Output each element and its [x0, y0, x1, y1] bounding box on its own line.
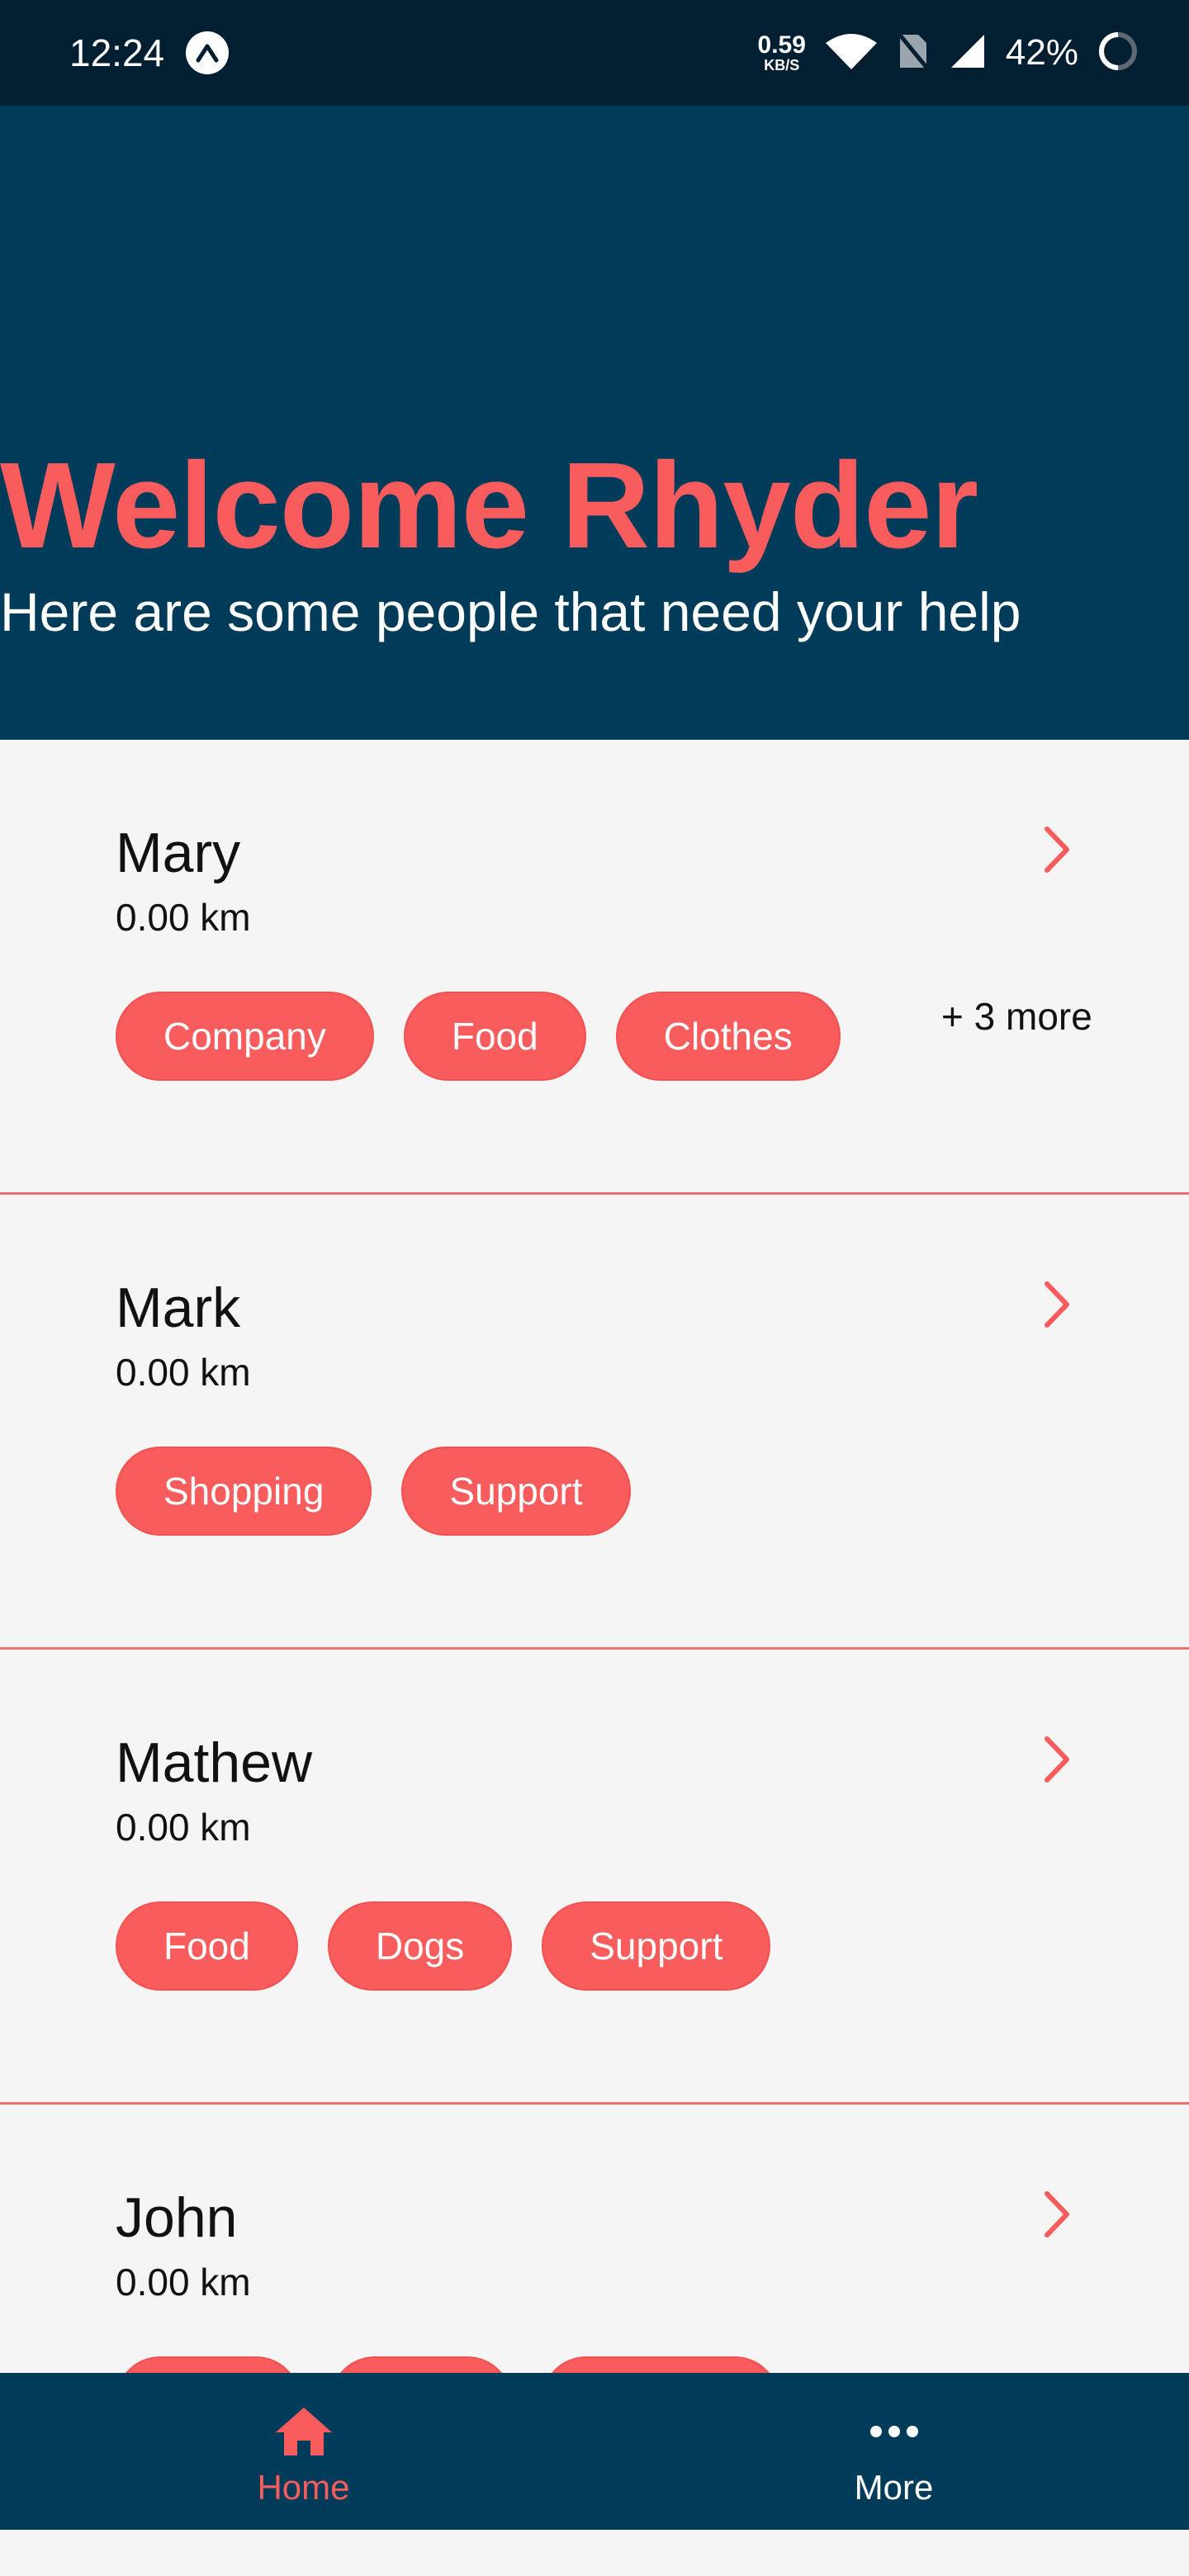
chevron-right-icon[interactable] [1032, 1731, 1082, 1788]
chevron-right-icon[interactable] [1032, 1276, 1082, 1333]
battery-ring-icon [1097, 30, 1139, 77]
status-time: 12:24 [69, 31, 165, 74]
tag-chip: Food [116, 1901, 298, 1991]
person-name: Mark [116, 1276, 241, 1339]
tag-chip: Support [542, 1901, 771, 1991]
page-title: Welcome Rhyder [0, 438, 978, 574]
tag-chip: Company [116, 992, 374, 1081]
person-distance: 0.00 km [116, 896, 251, 939]
nav-home-label: Home [257, 2468, 350, 2507]
tag-list: Shopping Support [116, 1447, 631, 1536]
battery-percent: 42% [1005, 32, 1078, 73]
person-card-john[interactable]: John 0.00 km [0, 2105, 1189, 2373]
person-name: Mathew [116, 1731, 313, 1794]
person-distance: 0.00 km [116, 1806, 251, 1849]
network-speed-value: 0.59 [757, 31, 806, 59]
nav-more[interactable]: More [599, 2373, 1189, 2530]
person-name: John [116, 2186, 238, 2249]
network-speed: 0.59 KB/S [758, 33, 806, 73]
status-bar: 12:24 0.59 KB/S 42% [0, 0, 1189, 106]
tag-chip: Clothes [615, 992, 841, 1081]
cellular-signal-icon [948, 31, 988, 75]
tag-list: Company Food Clothes [116, 992, 841, 1081]
tag-list: Food Dogs Support [116, 1901, 771, 1991]
tag-list [116, 2356, 779, 2373]
status-left: 12:24 [69, 31, 230, 75]
home-icon [274, 2406, 334, 2461]
person-card-mark[interactable]: Mark 0.00 km Shopping Support [0, 1195, 1189, 1650]
nav-more-label: More [854, 2468, 934, 2507]
tag-chip [116, 2356, 301, 2373]
app-a-icon [186, 31, 230, 74]
tag-chip [330, 2356, 512, 2373]
tag-chip: Shopping [116, 1447, 372, 1536]
gesture-area [0, 2530, 1189, 2576]
tag-chip: Support [401, 1447, 631, 1536]
bottom-nav: Home More [0, 2373, 1189, 2530]
nav-home[interactable]: Home [0, 2373, 599, 2530]
person-name: Mary [116, 822, 241, 884]
person-distance: 0.00 km [116, 1351, 251, 1394]
page-subtitle: Here are some people that need your help [0, 581, 1021, 642]
tag-chip [542, 2356, 779, 2373]
person-card-mary[interactable]: Mary 0.00 km Company Food Clothes + 3 mo… [0, 740, 1189, 1195]
wifi-icon [824, 31, 879, 75]
chevron-right-icon[interactable] [1032, 821, 1082, 878]
tag-chip: Dogs [327, 1901, 513, 1991]
people-list: Mary 0.00 km Company Food Clothes + 3 mo… [0, 740, 1189, 2373]
person-distance: 0.00 km [116, 2261, 251, 2304]
no-sim-icon [896, 31, 930, 75]
more-tags-count: + 3 more [941, 995, 1092, 1038]
network-speed-unit: KB/S [764, 57, 800, 73]
person-card-mathew[interactable]: Mathew 0.00 km Food Dogs Support [0, 1650, 1189, 2105]
more-dots-icon [865, 2406, 924, 2461]
tag-chip: Food [403, 992, 586, 1081]
chevron-right-icon[interactable] [1032, 2185, 1082, 2243]
welcome-header: Welcome Rhyder Here are some people that… [0, 106, 1189, 740]
status-right: 0.59 KB/S 42% [758, 30, 1139, 77]
